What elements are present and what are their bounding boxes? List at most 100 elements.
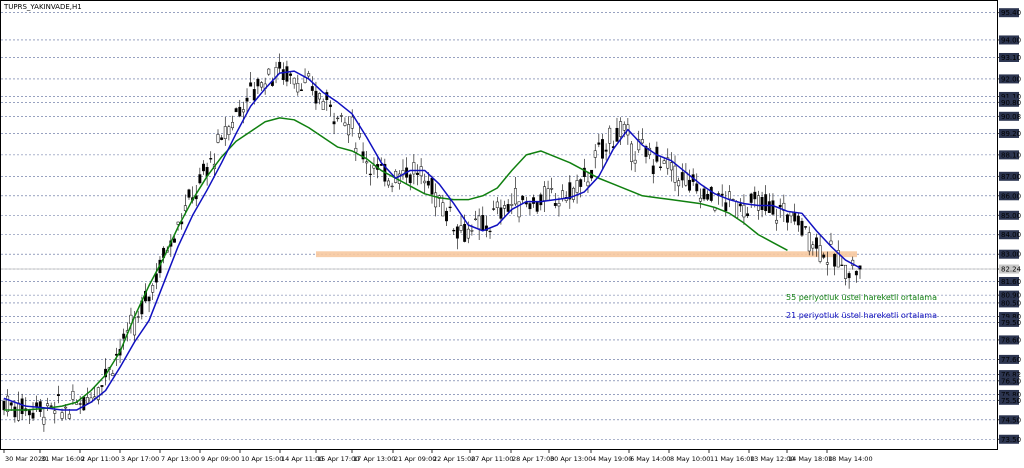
- candle-body: [122, 333, 126, 339]
- candle-body: [252, 89, 256, 101]
- candle-body: [151, 285, 155, 293]
- x-tick-label: 31 Mar 16:00: [41, 455, 84, 463]
- y-tick-label: 86.00: [1001, 192, 1021, 200]
- candle-body: [474, 218, 477, 220]
- candle-body: [677, 180, 681, 187]
- candle-body: [318, 93, 322, 100]
- candle-body: [416, 172, 419, 175]
- x-tick-label: 18 May 14:00: [828, 455, 873, 463]
- candle-body: [365, 161, 369, 164]
- candle-body: [310, 86, 314, 91]
- candle-body: [528, 203, 532, 210]
- x-tick-label: 22 Apr 15:00: [433, 455, 475, 463]
- x-tick-label: 3 Apr 17:00: [121, 455, 159, 463]
- candle-body: [82, 396, 86, 411]
- candle-body: [822, 254, 826, 258]
- x-tick-label: 8 May 10:00: [670, 455, 710, 463]
- candle-body: [706, 193, 710, 200]
- candle-body: [550, 188, 554, 190]
- candle-body: [234, 108, 238, 113]
- candle-body: [572, 187, 575, 200]
- candle-body: [136, 316, 140, 318]
- candle-body: [735, 201, 739, 218]
- candle-body: [796, 215, 800, 226]
- candle-body: [597, 142, 601, 145]
- x-tick-label: 7 Apr 13:00: [161, 455, 199, 463]
- candle-body: [448, 206, 452, 209]
- y-axis: 95.4094.0093.1092.0091.1090.8090.0889.20…: [997, 8, 1022, 444]
- candle-body: [358, 133, 361, 138]
- candle-body: [844, 264, 847, 279]
- candle-body: [49, 405, 53, 407]
- y-tick-label: 75.50: [1001, 397, 1021, 405]
- candle-body: [659, 166, 662, 168]
- candle-body: [60, 412, 64, 419]
- candle-body: [546, 188, 550, 201]
- y-tick-label: 88.10: [1001, 151, 1021, 159]
- candle-body: [445, 210, 448, 222]
- candle-body: [771, 200, 775, 215]
- candle-body: [742, 204, 746, 218]
- candle-body: [296, 82, 300, 93]
- candle-body: [354, 148, 358, 153]
- plot-frame: [0, 0, 998, 450]
- candle-body: [347, 124, 351, 136]
- candle-body: [815, 237, 818, 249]
- candle-body: [260, 82, 263, 88]
- candle-body: [368, 173, 372, 176]
- candle-body: [604, 149, 608, 152]
- candle-body: [593, 150, 597, 158]
- candle-body: [343, 122, 347, 126]
- candle-body: [847, 273, 851, 279]
- y-tick-label: 87.00: [1001, 173, 1021, 181]
- y-tick-label: 89.20: [1001, 130, 1021, 138]
- candle-body: [579, 179, 583, 187]
- candle-body: [778, 204, 782, 208]
- candle-body: [455, 226, 459, 239]
- candle-body: [434, 192, 438, 208]
- candle-body: [412, 162, 416, 175]
- candle-body: [775, 219, 779, 224]
- candle-body: [2, 400, 6, 411]
- candle-body: [13, 406, 17, 418]
- y-tick-label: 82.24: [1001, 266, 1022, 274]
- candle-body: [601, 139, 604, 159]
- candle-body: [833, 253, 837, 267]
- candle-body: [532, 197, 536, 204]
- y-tick-label: 73.50: [1001, 436, 1021, 444]
- candle-body: [553, 203, 557, 206]
- candle-body: [680, 172, 684, 181]
- y-tick-label: 93.10: [1001, 54, 1021, 62]
- y-tick-label: 76.50: [1001, 377, 1021, 385]
- support-zone: [316, 251, 857, 258]
- candle-body: [811, 244, 815, 249]
- chart-title: TUPRS_YAKINVADE,H1: [3, 3, 82, 11]
- candle-body: [760, 197, 764, 210]
- candle-body: [390, 185, 394, 188]
- candle-body: [281, 69, 285, 81]
- candle-body: [256, 78, 260, 87]
- x-tick-label: 21 Apr 09:00: [394, 455, 436, 463]
- x-tick-label: 14 May 18:00: [788, 455, 833, 463]
- y-tick-label: 83.00: [1001, 251, 1021, 259]
- y-tick-label: 74.50: [1001, 416, 1021, 424]
- candle-body: [513, 188, 517, 205]
- candle-body: [314, 90, 318, 104]
- candle-body: [452, 229, 456, 232]
- candle-body: [38, 401, 42, 412]
- x-tick-label: 11 May 16:00: [710, 455, 755, 463]
- candle-body: [466, 228, 470, 239]
- candle-body: [709, 186, 713, 201]
- candle-body: [818, 245, 822, 262]
- candle-body: [640, 139, 644, 144]
- candle-body: [702, 188, 706, 200]
- y-tick-label: 85.00: [1001, 212, 1021, 220]
- candle-body: [829, 240, 833, 245]
- y-tick-label: 77.60: [1001, 356, 1021, 364]
- candle-body: [630, 143, 633, 162]
- candle-body: [339, 115, 343, 117]
- candle-body: [336, 117, 340, 120]
- candle-body: [575, 180, 579, 193]
- x-tick-label: 9 Apr 09:00: [201, 455, 239, 463]
- candle-body: [328, 104, 332, 107]
